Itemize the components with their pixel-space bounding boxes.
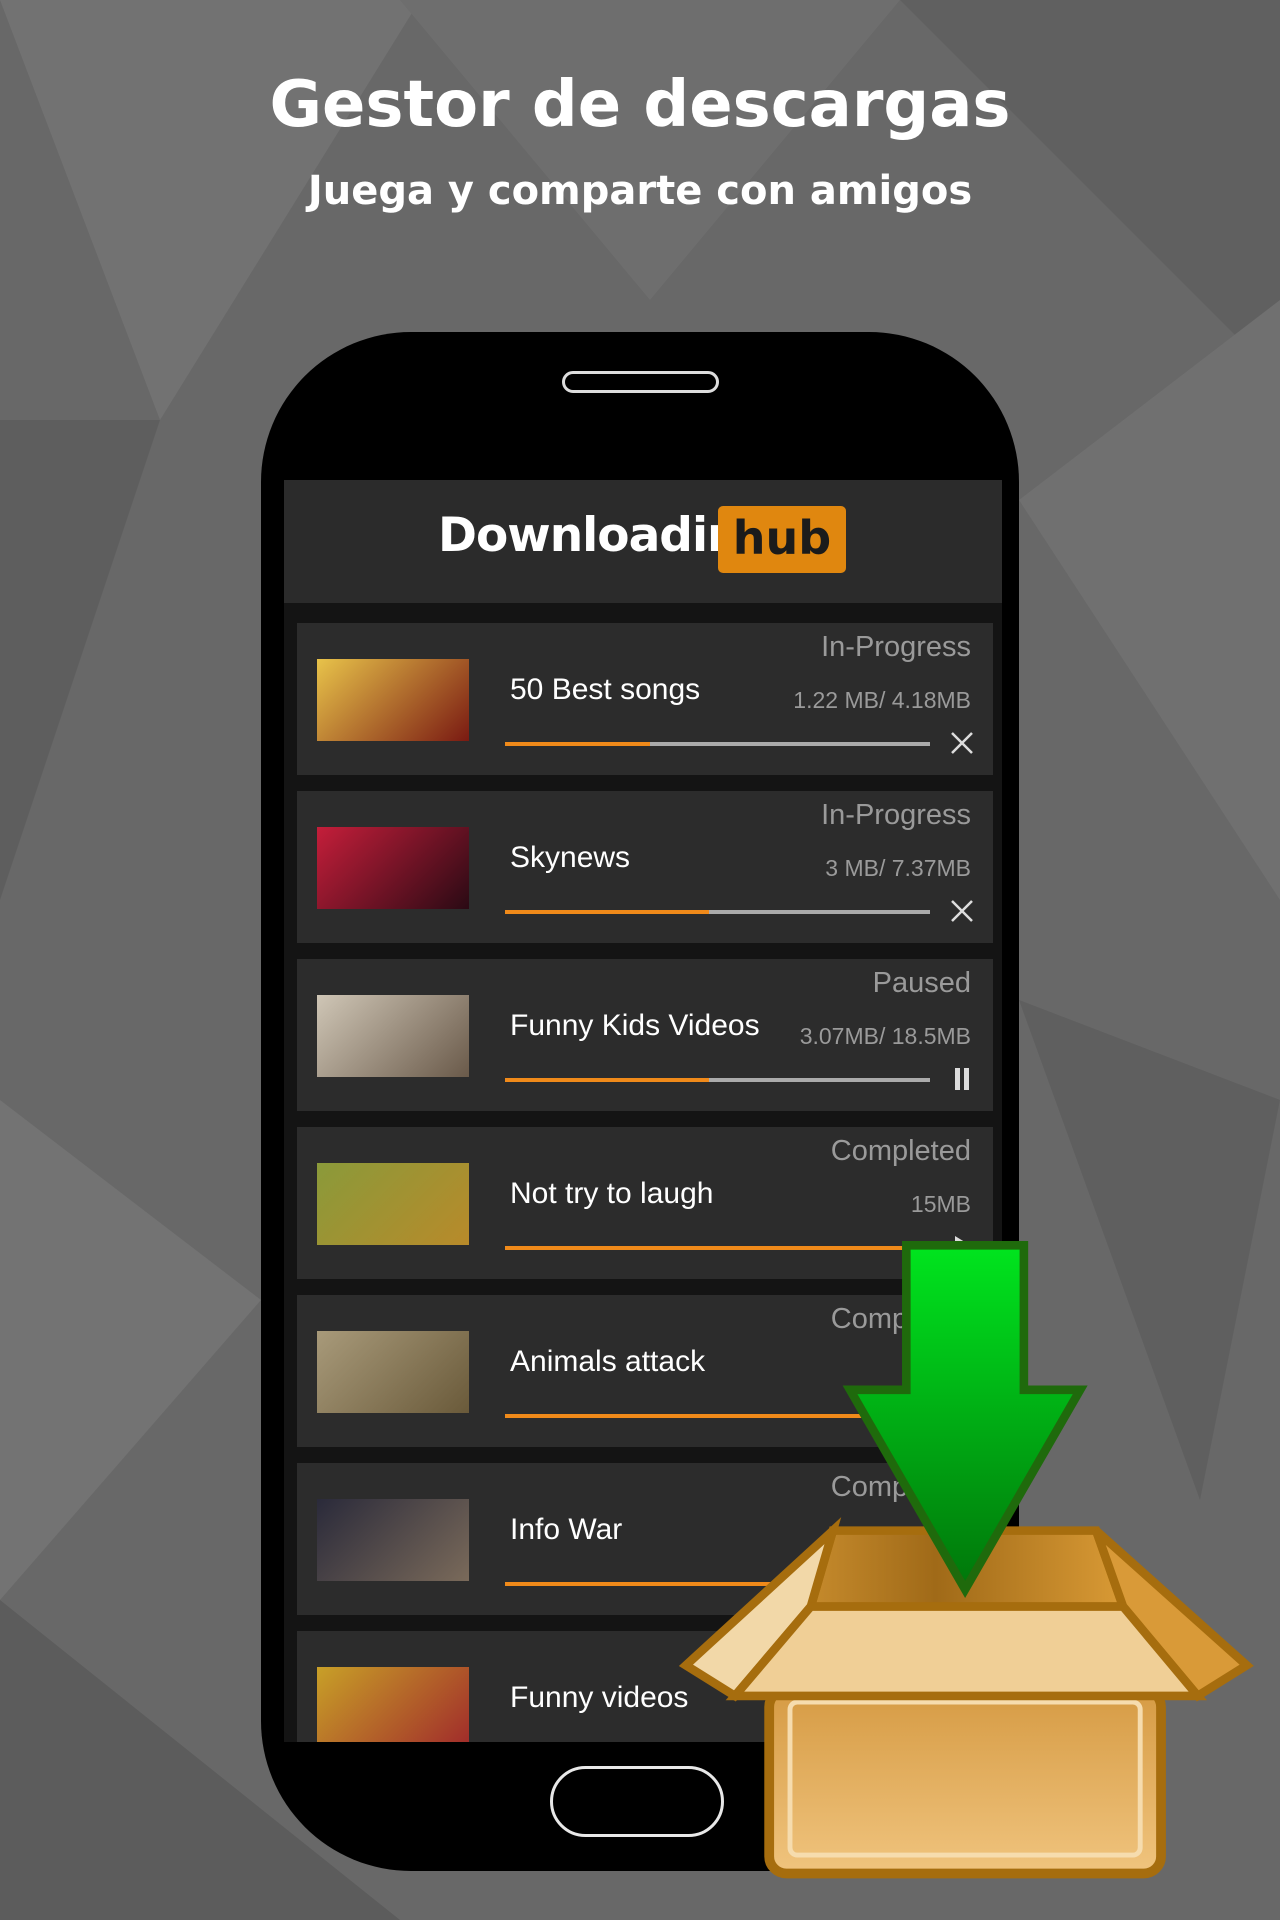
download-box-illustration [678,1241,1254,1879]
